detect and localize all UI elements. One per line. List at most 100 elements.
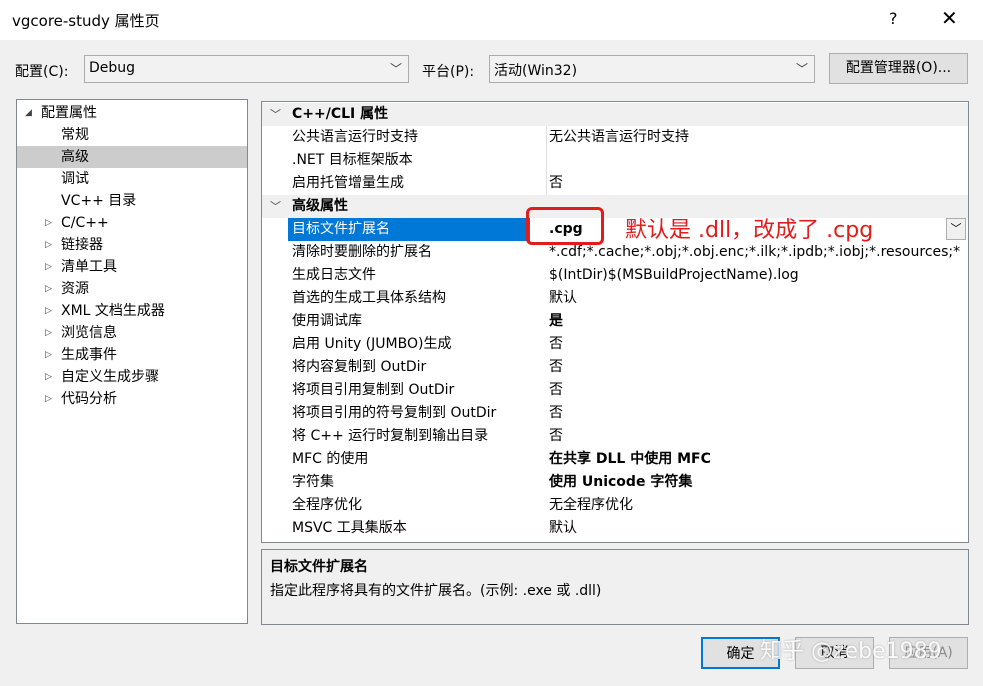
tree-item-label: 清单工具: [61, 259, 117, 275]
collapsed-triangle-icon[interactable]: ▷: [45, 212, 52, 234]
tree-item-code-analysis[interactable]: ▷ 代码分析: [17, 388, 247, 410]
watermark: 知乎 @zebe1989: [760, 639, 942, 664]
tree-item-linker[interactable]: ▷ 链接器: [17, 234, 247, 256]
value-dropdown-button[interactable]: ﹀: [946, 218, 966, 240]
tree-item-label: 浏览信息: [61, 325, 117, 341]
property-name: 将项目引用复制到 OutDir: [292, 382, 455, 398]
config-manager-button[interactable]: 配置管理器(O)...: [829, 53, 968, 84]
property-name: 全程序优化: [292, 497, 362, 513]
property-value: 否: [549, 428, 563, 444]
property-name: 目标文件扩展名: [288, 218, 530, 241]
property-name: 启用 Unity (JUMBO)生成: [292, 336, 452, 352]
close-button[interactable]: ✕: [941, 6, 958, 30]
property-row[interactable]: 使用调试库 是: [262, 310, 968, 333]
tree-item-label: 资源: [61, 281, 89, 297]
tree-item-general[interactable]: 常规: [17, 124, 247, 146]
tree-item-label: 生成事件: [61, 347, 117, 363]
chevron-down-icon: ﹀: [389, 62, 402, 76]
property-grid: ﹀ C++/CLI 属性 公共语言运行时支持 无公共语言运行时支持 .NET 目…: [261, 101, 969, 543]
property-name: MFC 的使用: [292, 451, 369, 467]
property-row[interactable]: 将内容复制到 OutDir 否: [262, 356, 968, 379]
help-button[interactable]: ?: [889, 9, 898, 28]
tree-item-xml-doc[interactable]: ▷ XML 文档生成器: [17, 300, 247, 322]
collapsed-triangle-icon[interactable]: ▷: [45, 344, 52, 366]
property-row[interactable]: 将项目引用的符号复制到 OutDir 否: [262, 402, 968, 425]
tree-item-config-properties[interactable]: ◢ 配置属性: [17, 102, 247, 124]
annotation-highlight-box: [526, 207, 604, 245]
tree-item-build-events[interactable]: ▷ 生成事件: [17, 344, 247, 366]
chevron-down-icon[interactable]: ﹀: [270, 103, 281, 126]
tree-item-cpp[interactable]: ▷ C/C++: [17, 212, 247, 234]
tree-item-browse-info[interactable]: ▷ 浏览信息: [17, 322, 247, 344]
config-select[interactable]: Debug ﹀: [84, 55, 409, 83]
tree-item-label: XML 文档生成器: [61, 303, 165, 319]
property-row[interactable]: 启用托管增量生成 否: [262, 172, 968, 195]
collapsed-triangle-icon[interactable]: ▷: [45, 322, 52, 344]
property-name: 将 C++ 运行时复制到输出目录: [292, 428, 489, 444]
property-value: 无全程序优化: [549, 497, 633, 513]
property-value: 否: [549, 405, 563, 421]
property-value: 默认: [549, 290, 577, 306]
property-row[interactable]: 清除时要删除的扩展名 *.cdf;*.cache;*.obj;*.obj.enc…: [262, 241, 968, 264]
category-cpp-cli[interactable]: ﹀ C++/CLI 属性: [262, 103, 968, 126]
platform-label: 平台(P):: [422, 64, 475, 80]
window-title: vgcore-study 属性页: [12, 12, 160, 30]
property-value: 否: [549, 382, 563, 398]
property-row[interactable]: 启用 Unity (JUMBO)生成 否: [262, 333, 968, 356]
tree-item-custom-build[interactable]: ▷ 自定义生成步骤: [17, 366, 247, 388]
collapsed-triangle-icon[interactable]: ▷: [45, 388, 52, 410]
tree-item-label: C/C++: [61, 215, 109, 231]
expanded-triangle-icon[interactable]: ◢: [25, 102, 32, 124]
tree-item-debugging[interactable]: 调试: [17, 168, 247, 190]
property-value: 使用 Unicode 字符集: [549, 474, 693, 490]
collapsed-triangle-icon[interactable]: ▷: [45, 366, 52, 388]
tree-item-label: 配置属性: [41, 105, 97, 121]
tree-item-label: 调试: [61, 171, 89, 187]
tree-item-label: 链接器: [61, 237, 103, 253]
property-value: 默认: [549, 520, 577, 536]
tree-item-label: 高级: [61, 149, 89, 165]
property-row[interactable]: 生成日志文件 $(IntDir)$(MSBuildProjectName).lo…: [262, 264, 968, 287]
chevron-down-icon: ﹀: [795, 62, 808, 76]
property-value: $(IntDir)$(MSBuildProjectName).log: [549, 267, 799, 283]
property-value: 是: [549, 313, 563, 329]
property-name: 将内容复制到 OutDir: [292, 359, 427, 375]
collapsed-triangle-icon[interactable]: ▷: [45, 300, 52, 322]
config-label: 配置(C):: [15, 64, 69, 80]
category-label: 高级属性: [292, 198, 348, 214]
description-text: 指定此程序将具有的文件扩展名。(示例: .exe 或 .dll): [270, 583, 602, 599]
property-row[interactable]: 首选的生成工具体系结构 默认: [262, 287, 968, 310]
property-value: 无公共语言运行时支持: [549, 129, 689, 145]
tree-item-label: 代码分析: [61, 391, 117, 407]
property-row[interactable]: 全程序优化 无全程序优化: [262, 494, 968, 517]
tree-item-label: VC++ 目录: [61, 193, 137, 209]
tree-item-resources[interactable]: ▷ 资源: [17, 278, 247, 300]
tree-item-label: 自定义生成步骤: [61, 369, 159, 385]
description-panel: 目标文件扩展名 指定此程序将具有的文件扩展名。(示例: .exe 或 .dll): [261, 549, 969, 625]
property-tree: ◢ 配置属性 常规 高级 调试 VC++ 目录 ▷ C/C++ ▷ 链接器 ▷ …: [16, 99, 248, 624]
collapsed-triangle-icon[interactable]: ▷: [45, 278, 52, 300]
collapsed-triangle-icon[interactable]: ▷: [45, 256, 52, 278]
property-name: 首选的生成工具体系结构: [292, 290, 446, 306]
platform-select[interactable]: 活动(Win32) ﹀: [489, 55, 815, 83]
property-value: 否: [549, 336, 563, 352]
tree-item-vc-directories[interactable]: VC++ 目录: [17, 190, 247, 212]
property-value: *.cdf;*.cache;*.obj;*.obj.enc;*.ilk;*.ip…: [549, 244, 961, 260]
tree-item-advanced[interactable]: 高级: [17, 146, 247, 168]
property-row[interactable]: 公共语言运行时支持 无公共语言运行时支持: [262, 126, 968, 149]
property-row[interactable]: MSVC 工具集版本 默认: [262, 517, 968, 540]
property-row[interactable]: MFC 的使用 在共享 DLL 中使用 MFC: [262, 448, 968, 471]
property-name: 启用托管增量生成: [292, 175, 404, 191]
property-value: 否: [549, 359, 563, 375]
property-value: 否: [549, 175, 563, 191]
tree-item-manifest-tool[interactable]: ▷ 清单工具: [17, 256, 247, 278]
config-value: Debug: [89, 60, 136, 76]
property-row[interactable]: .NET 目标框架版本: [262, 149, 968, 172]
property-row[interactable]: 将 C++ 运行时复制到输出目录 否: [262, 425, 968, 448]
property-name: 清除时要删除的扩展名: [292, 244, 432, 260]
collapsed-triangle-icon[interactable]: ▷: [45, 234, 52, 256]
chevron-down-icon[interactable]: ﹀: [270, 195, 281, 218]
property-row[interactable]: 将项目引用复制到 OutDir 否: [262, 379, 968, 402]
property-row[interactable]: 字符集 使用 Unicode 字符集: [262, 471, 968, 494]
annotation-text: 默认是 .dll，改成了 .cpg: [625, 218, 874, 243]
